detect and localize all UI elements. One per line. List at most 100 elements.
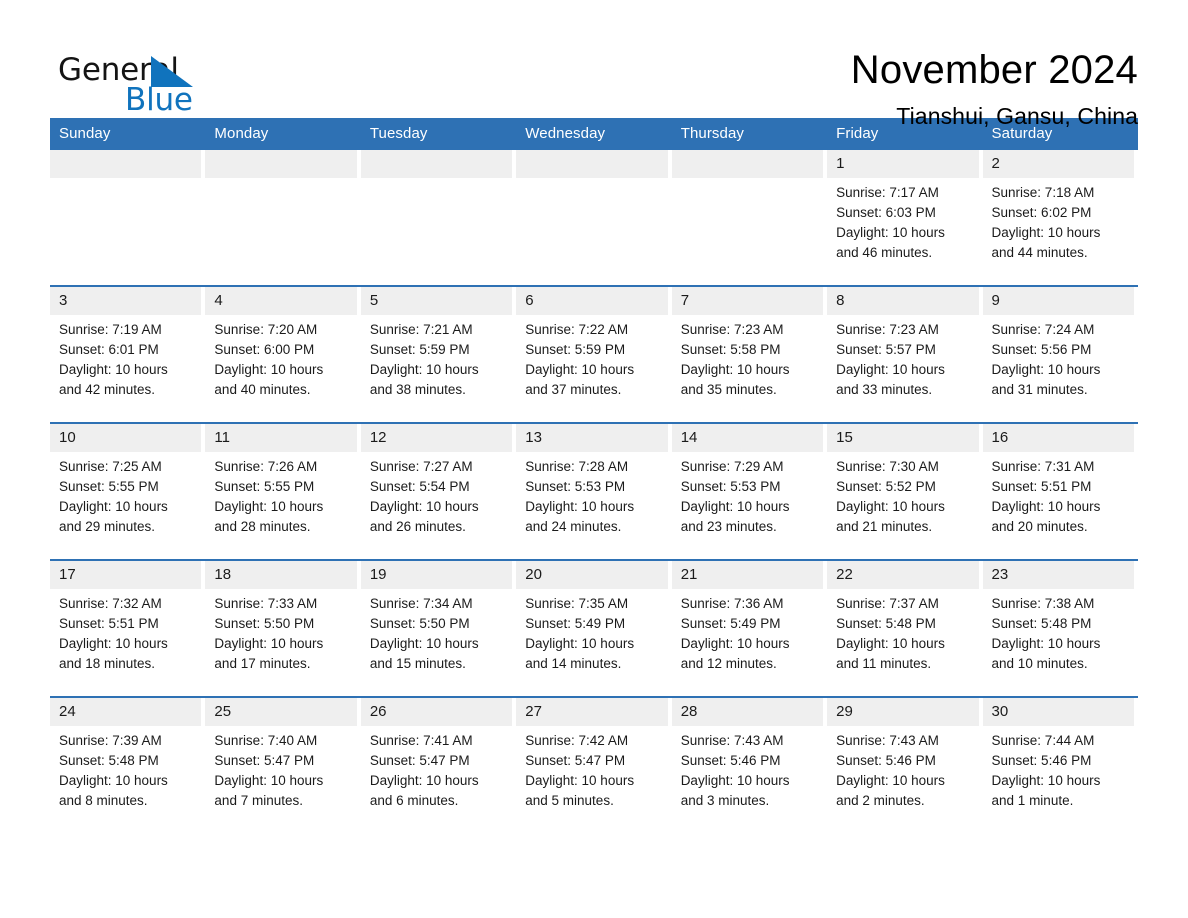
- day-cell-inner: 12 Sunrise: 7:27 AM Sunset: 5:54 PM Dayligh…: [360, 424, 516, 559]
- day-number: 14: [671, 424, 824, 452]
- day-details: Sunrise: 7:41 AM Sunset: 5:47 PM Daylight:…: [361, 726, 516, 811]
- sunrise-text: Sunrise: 7:28 AM: [525, 459, 629, 474]
- day-cell-inner: 1 Sunrise: 7:17 AM Sunset: 6:03 PM Daylight…: [827, 150, 982, 285]
- calendar-week-row: 24 Sunrise: 7:39 AM Sunset: 5:48 PM Dayligh…: [50, 696, 1138, 833]
- calendar-day-cell[interactable]: 5 Sunrise: 7:21 AM Sunset: 5:59 PM Daylight…: [360, 285, 517, 423]
- daylight-text-line2: and 2 minutes.: [836, 793, 925, 808]
- title-block: November 2024 Tianshui, Gansu, China: [851, 46, 1138, 131]
- daylight-text-line1: Daylight: 10 hours: [836, 225, 945, 240]
- day-details: Sunrise: 7:25 AM Sunset: 5:55 PM Daylight:…: [50, 452, 205, 537]
- day-cell-inner: 21 Sunrise: 7:36 AM Sunset: 5:49 PM Dayligh…: [671, 561, 827, 696]
- calendar-day-cell[interactable]: 21 Sunrise: 7:36 AM Sunset: 5:49 PM Dayligh…: [671, 559, 828, 697]
- daylight-text-line1: Daylight: 10 hours: [525, 499, 635, 514]
- sunset-text: Sunset: 5:48 PM: [59, 753, 159, 768]
- day-cell-inner: [360, 150, 516, 285]
- calendar-day-cell[interactable]: 23 Sunrise: 7:38 AM Sunset: 5:48 PM Dayligh…: [982, 559, 1138, 697]
- daylight-text-line1: Daylight: 10 hours: [369, 773, 479, 788]
- calendar-day-cell[interactable]: 29 Sunrise: 7:43 AM Sunset: 5:46 PM Dayligh…: [827, 696, 983, 833]
- calendar-week-row: 10 Sunrise: 7:25 AM Sunset: 5:55 PM Dayligh…: [50, 422, 1138, 560]
- daylight-text-line1: Daylight: 10 hours: [836, 499, 945, 514]
- calendar-day-cell[interactable]: 11 Sunrise: 7:26 AM Sunset: 5:55 PM Dayligh…: [205, 422, 361, 560]
- calendar-day-cell[interactable]: 3 Sunrise: 7:19 AM Sunset: 6:01 PM Daylight…: [50, 285, 206, 423]
- day-number: 26: [360, 698, 513, 726]
- day-number: [671, 150, 824, 178]
- day-number: 17: [50, 561, 202, 589]
- day-details: Sunrise: 7:28 AM Sunset: 5:53 PM Daylight:…: [516, 452, 671, 537]
- day-number: 23: [982, 561, 1134, 589]
- calendar-day-cell[interactable]: 25 Sunrise: 7:40 AM Sunset: 5:47 PM Dayligh…: [205, 696, 361, 833]
- calendar-day-cell[interactable]: 14 Sunrise: 7:29 AM Sunset: 5:53 PM Dayligh…: [671, 422, 828, 560]
- calendar-day-cell[interactable]: 12 Sunrise: 7:27 AM Sunset: 5:54 PM Dayligh…: [360, 422, 517, 560]
- daylight-text-line2: and 20 minutes.: [991, 519, 1088, 534]
- daylight-text-line2: and 28 minutes.: [214, 519, 311, 534]
- daylight-text-line2: and 1 minute.: [991, 793, 1074, 808]
- calendar-day-cell[interactable]: 8 Sunrise: 7:23 AM Sunset: 5:57 PM Daylight…: [827, 285, 983, 423]
- calendar-day-cell[interactable]: 1 Sunrise: 7:17 AM Sunset: 6:03 PM Daylight…: [827, 150, 982, 286]
- calendar-empty-cell: [516, 150, 671, 286]
- sunrise-text: Sunrise: 7:29 AM: [680, 459, 784, 474]
- calendar-day-cell[interactable]: 18 Sunrise: 7:33 AM Sunset: 5:50 PM Dayligh…: [205, 559, 361, 697]
- day-number: 11: [205, 424, 357, 452]
- calendar-day-cell[interactable]: 9 Sunrise: 7:24 AM Sunset: 5:56 PM Daylight…: [982, 285, 1138, 423]
- sunset-text: Sunset: 5:49 PM: [680, 616, 781, 631]
- calendar-day-cell[interactable]: 24 Sunrise: 7:39 AM Sunset: 5:48 PM Dayligh…: [50, 696, 206, 833]
- daylight-text-line2: and 11 minutes.: [836, 656, 932, 671]
- calendar-day-cell[interactable]: 6 Sunrise: 7:22 AM Sunset: 5:59 PM Daylight…: [516, 285, 672, 423]
- sunset-text: Sunset: 5:57 PM: [836, 342, 936, 357]
- day-number: 30: [982, 698, 1134, 726]
- day-number: 5: [360, 287, 513, 315]
- calendar-day-cell[interactable]: 17 Sunrise: 7:32 AM Sunset: 5:51 PM Dayligh…: [50, 559, 206, 697]
- weekday-header-thursday: Thursday: [671, 118, 828, 150]
- daylight-text-line1: Daylight: 10 hours: [525, 636, 635, 651]
- sunrise-text: Sunrise: 7:26 AM: [214, 459, 318, 474]
- sunset-text: Sunset: 5:58 PM: [680, 342, 781, 357]
- day-details: Sunrise: 7:31 AM Sunset: 5:51 PM Daylight:…: [983, 452, 1138, 537]
- day-number: 10: [50, 424, 202, 452]
- daylight-text-line1: Daylight: 10 hours: [369, 362, 479, 377]
- day-cell-inner: 26 Sunrise: 7:41 AM Sunset: 5:47 PM Dayligh…: [360, 698, 516, 833]
- calendar-day-cell[interactable]: 26 Sunrise: 7:41 AM Sunset: 5:47 PM Dayligh…: [360, 696, 517, 833]
- calendar-day-cell[interactable]: 16 Sunrise: 7:31 AM Sunset: 5:51 PM Dayligh…: [982, 422, 1138, 560]
- day-number: 21: [671, 561, 824, 589]
- sunset-text: Sunset: 5:46 PM: [836, 753, 936, 768]
- calendar-day-cell[interactable]: 22 Sunrise: 7:37 AM Sunset: 5:48 PM Dayligh…: [827, 559, 983, 697]
- daylight-text-line2: and 7 minutes.: [214, 793, 303, 808]
- day-cell-inner: 18 Sunrise: 7:33 AM Sunset: 5:50 PM Dayligh…: [205, 561, 360, 696]
- day-details: Sunrise: 7:26 AM Sunset: 5:55 PM Daylight:…: [205, 452, 360, 537]
- calendar-day-cell[interactable]: 15 Sunrise: 7:30 AM Sunset: 5:52 PM Dayligh…: [827, 422, 983, 560]
- calendar-day-cell[interactable]: 2 Sunrise: 7:18 AM Sunset: 6:02 PM Daylight…: [982, 150, 1138, 286]
- calendar-day-cell[interactable]: 30 Sunrise: 7:44 AM Sunset: 5:46 PM Dayligh…: [982, 696, 1138, 833]
- calendar-day-cell[interactable]: 10 Sunrise: 7:25 AM Sunset: 5:55 PM Dayligh…: [50, 422, 206, 560]
- calendar-day-cell[interactable]: 7 Sunrise: 7:23 AM Sunset: 5:58 PM Daylight…: [671, 285, 828, 423]
- daylight-text-line2: and 8 minutes.: [59, 793, 148, 808]
- day-cell-inner: 3 Sunrise: 7:19 AM Sunset: 6:01 PM Daylight…: [50, 287, 205, 422]
- daylight-text-line2: and 6 minutes.: [369, 793, 459, 808]
- generalblue-logo[interactable]: General Blue: [50, 46, 230, 118]
- daylight-text-line1: Daylight: 10 hours: [214, 499, 324, 514]
- day-details: Sunrise: 7:35 AM Sunset: 5:49 PM Daylight:…: [516, 589, 671, 674]
- sunrise-text: Sunrise: 7:30 AM: [836, 459, 939, 474]
- calendar-day-cell[interactable]: 27 Sunrise: 7:42 AM Sunset: 5:47 PM Dayligh…: [516, 696, 672, 833]
- calendar-day-cell[interactable]: 4 Sunrise: 7:20 AM Sunset: 6:00 PM Daylight…: [205, 285, 361, 423]
- daylight-text-line1: Daylight: 10 hours: [991, 773, 1101, 788]
- sunrise-text: Sunrise: 7:27 AM: [369, 459, 473, 474]
- day-number: [360, 150, 513, 178]
- calendar-day-cell[interactable]: 20 Sunrise: 7:35 AM Sunset: 5:49 PM Dayligh…: [516, 559, 672, 697]
- daylight-text-line2: and 33 minutes.: [836, 382, 933, 397]
- calendar-day-cell[interactable]: 19 Sunrise: 7:34 AM Sunset: 5:50 PM Dayligh…: [360, 559, 517, 697]
- calendar-day-cell[interactable]: 28 Sunrise: 7:43 AM Sunset: 5:46 PM Dayligh…: [671, 696, 828, 833]
- calendar-day-cell[interactable]: 13 Sunrise: 7:28 AM Sunset: 5:53 PM Dayligh…: [516, 422, 672, 560]
- day-details: Sunrise: 7:30 AM Sunset: 5:52 PM Daylight:…: [827, 452, 982, 537]
- sunrise-text: Sunrise: 7:23 AM: [836, 322, 939, 337]
- day-details: Sunrise: 7:21 AM Sunset: 5:59 PM Daylight:…: [361, 315, 516, 400]
- day-cell-inner: 25 Sunrise: 7:40 AM Sunset: 5:47 PM Dayligh…: [205, 698, 360, 833]
- daylight-text-line1: Daylight: 10 hours: [369, 499, 479, 514]
- day-cell-inner: 10 Sunrise: 7:25 AM Sunset: 5:55 PM Dayligh…: [50, 424, 205, 559]
- sunset-text: Sunset: 6:00 PM: [214, 342, 315, 357]
- day-number: 25: [205, 698, 357, 726]
- daylight-text-line1: Daylight: 10 hours: [991, 225, 1101, 240]
- day-cell-inner: 29 Sunrise: 7:43 AM Sunset: 5:46 PM Dayligh…: [827, 698, 982, 833]
- day-number: 16: [982, 424, 1134, 452]
- sunrise-text: Sunrise: 7:18 AM: [991, 185, 1095, 200]
- day-cell-inner: [516, 150, 671, 285]
